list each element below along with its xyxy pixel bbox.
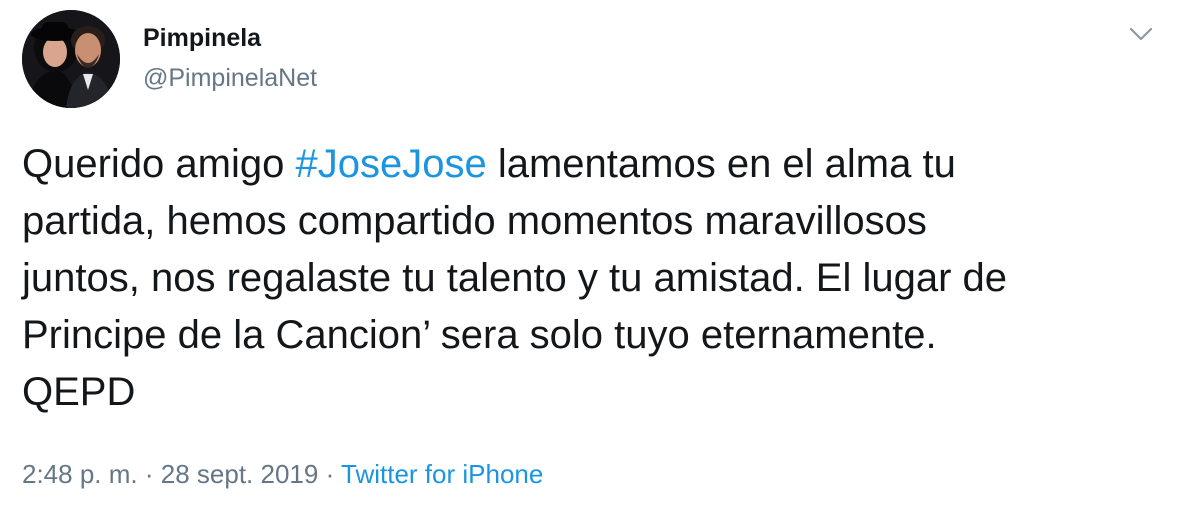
avatar[interactable] [22,10,120,108]
meta-separator: · [325,459,335,489]
display-name[interactable]: Pimpinela [143,24,261,53]
tweet-text-segment: Querido amigo [22,142,296,186]
tweet-time[interactable]: 2:48 p. m. [22,459,138,489]
chevron-down-icon[interactable] [1128,24,1154,44]
tweet-line: juntos, nos regalaste tu talento y tu am… [22,256,1008,300]
tweet-line: Querido amigo #JoseJose lamentamos en el… [22,136,1162,193]
tweet-text: Querido amigo #JoseJose lamentamos en el… [22,136,1162,421]
tweet-source-link[interactable]: Twitter for iPhone [341,459,543,489]
tweet-line: Principe de la Cancion’ sera solo tuyo e… [22,313,937,357]
meta-separator: · [144,459,154,489]
tweet-text-segment: lamentamos en el alma tu [486,142,956,186]
tweet-line: partida, hemos compartido momentos marav… [22,199,927,243]
tweet-meta: 2:48 p. m. · 28 sept. 2019 · Twitter for… [22,459,543,490]
tweet-line: QEPD [22,370,136,414]
tweet-date[interactable]: 28 sept. 2019 [161,459,319,489]
user-handle[interactable]: @PimpinelaNet [143,64,317,93]
hashtag-link[interactable]: #JoseJose [295,142,486,186]
avatar-photo [22,10,120,108]
